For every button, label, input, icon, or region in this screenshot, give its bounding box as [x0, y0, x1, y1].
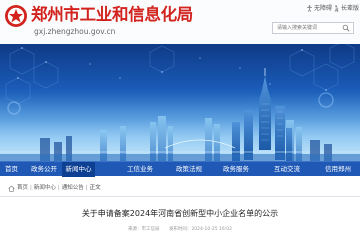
breadcrumb-current: 正文 [89, 185, 101, 191]
accessibility-icon[interactable] [306, 5, 313, 12]
breadcrumb-home[interactable]: 首页 [17, 183, 28, 193]
city-skyline-illustration [0, 44, 360, 161]
zhengzhou-emblem-icon[interactable] [4, 4, 28, 28]
hero-banner [0, 44, 360, 161]
article-source: 来源：市工信局 [128, 227, 160, 232]
article-title: 关于申请备案2024年河南省创新型中小企业名单的公示 [81, 209, 279, 218]
nav-item-interaction[interactable]: 互动交流 [269, 162, 305, 177]
article-meta: 来源：市工信局 发布时间：2024-10-25 16:02 [0, 226, 360, 234]
date-label: 发布时间： [168, 227, 192, 232]
nav-item-home[interactable]: 首页 [0, 162, 23, 177]
breadcrumb: 首页 | 新闻中心 | 通知公告 | 正文 [8, 183, 101, 193]
breadcrumb-separator: | [30, 185, 32, 191]
site-header: 郑州市工业和信息化局 gxj.zhengzhou.gov.cn 无障碍 长辈版 [0, 0, 360, 44]
date-value: 2024-10-25 16:02 [191, 227, 232, 232]
nav-item-industry-business[interactable]: 工信业务 [122, 162, 158, 177]
site-domain: gxj.zhengzhou.gov.cn [34, 27, 116, 36]
elderly-mode-icon[interactable] [333, 5, 340, 12]
accessibility-link[interactable]: 无障碍 [314, 5, 332, 12]
nav-item-government-services[interactable]: 政务服务 [218, 162, 254, 177]
content-divider [0, 196, 360, 197]
site-title[interactable]: 郑州市工业和信息化局 [31, 5, 193, 25]
source-label: 来源： [128, 227, 142, 232]
article-date: 发布时间：2024-10-25 16:02 [169, 227, 232, 232]
nav-item-government-affairs[interactable]: 政务公开 [26, 162, 62, 177]
search-icon[interactable] [341, 24, 351, 32]
source-value: 市工信局 [141, 227, 160, 232]
breadcrumb-news-center[interactable]: 新闻中心 [34, 183, 56, 193]
search-box [272, 22, 354, 34]
breadcrumb-notices[interactable]: 通知公告 [62, 183, 84, 193]
nav-item-policies[interactable]: 政策法规 [171, 162, 207, 177]
nav-item-credit-zhengzhou[interactable]: 信用郑州 [320, 162, 356, 177]
main-nav: 首页 政务公开 新闻中心 工信业务 政策法规 政务服务 互动交流 信用郑州 [0, 161, 360, 177]
breadcrumb-separator: | [85, 185, 88, 191]
search-input[interactable] [275, 23, 337, 33]
nav-item-news-center[interactable]: 新闻中心 [62, 162, 95, 177]
home-icon [8, 185, 15, 192]
breadcrumb-separator: | [57, 185, 60, 191]
elderly-mode-link[interactable]: 长辈版 [341, 5, 359, 12]
